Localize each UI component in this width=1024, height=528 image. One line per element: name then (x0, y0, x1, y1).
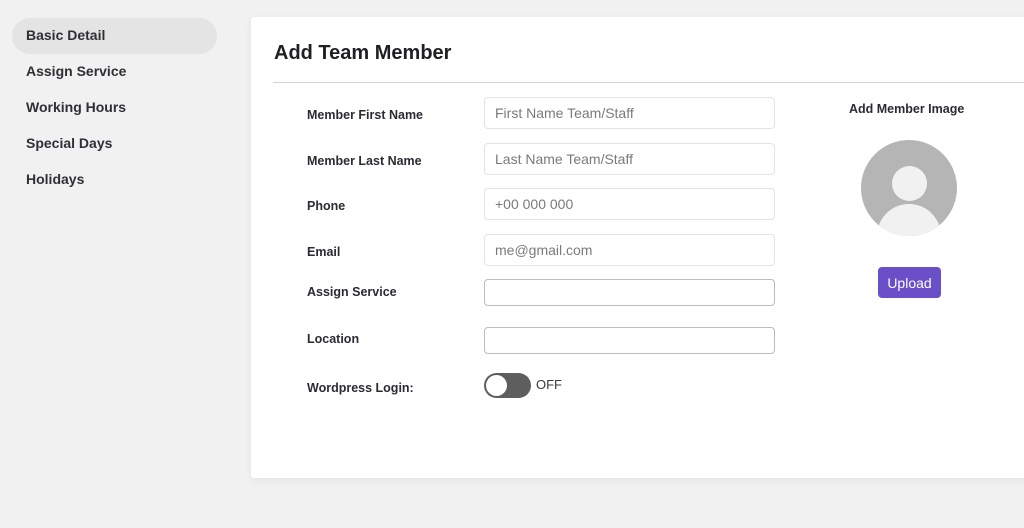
phone-input[interactable] (484, 188, 775, 220)
toggle-state-text: OFF (536, 377, 562, 392)
first-name-label: Member First Name (307, 108, 424, 122)
phone-label: Phone (307, 199, 346, 213)
sidebar: Basic Detail Assign Service Working Hour… (12, 18, 217, 198)
avatar-head-shape (892, 166, 927, 201)
toggle-knob (486, 375, 507, 396)
wordpress-login-toggle[interactable] (484, 373, 531, 398)
email-label: Email (307, 245, 341, 259)
page-title: Add Team Member (274, 42, 452, 64)
sidebar-item-basic-detail[interactable]: Basic Detail (12, 18, 217, 54)
add-team-member-card: Add Team Member Member First Name Member… (251, 17, 1024, 478)
wordpress-login-label: Wordpress Login: (307, 381, 414, 395)
assign-service-input[interactable] (484, 279, 775, 306)
last-name-label: Member Last Name (307, 154, 422, 168)
avatar-body-shape (877, 204, 941, 236)
sidebar-item-assign-service[interactable]: Assign Service (12, 54, 217, 90)
member-image-title: Add Member Image (849, 102, 965, 116)
email-input[interactable] (484, 234, 775, 266)
sidebar-item-holidays[interactable]: Holidays (12, 162, 217, 198)
location-label: Location (307, 332, 360, 346)
header-divider (273, 82, 1024, 83)
last-name-input[interactable] (484, 143, 775, 175)
first-name-input[interactable] (484, 97, 775, 129)
user-avatar-placeholder-icon (861, 140, 957, 236)
location-input[interactable] (484, 327, 775, 354)
upload-button[interactable]: Upload (878, 267, 941, 298)
sidebar-item-working-hours[interactable]: Working Hours (12, 90, 217, 126)
assign-service-label: Assign Service (307, 285, 397, 299)
sidebar-item-special-days[interactable]: Special Days (12, 126, 217, 162)
